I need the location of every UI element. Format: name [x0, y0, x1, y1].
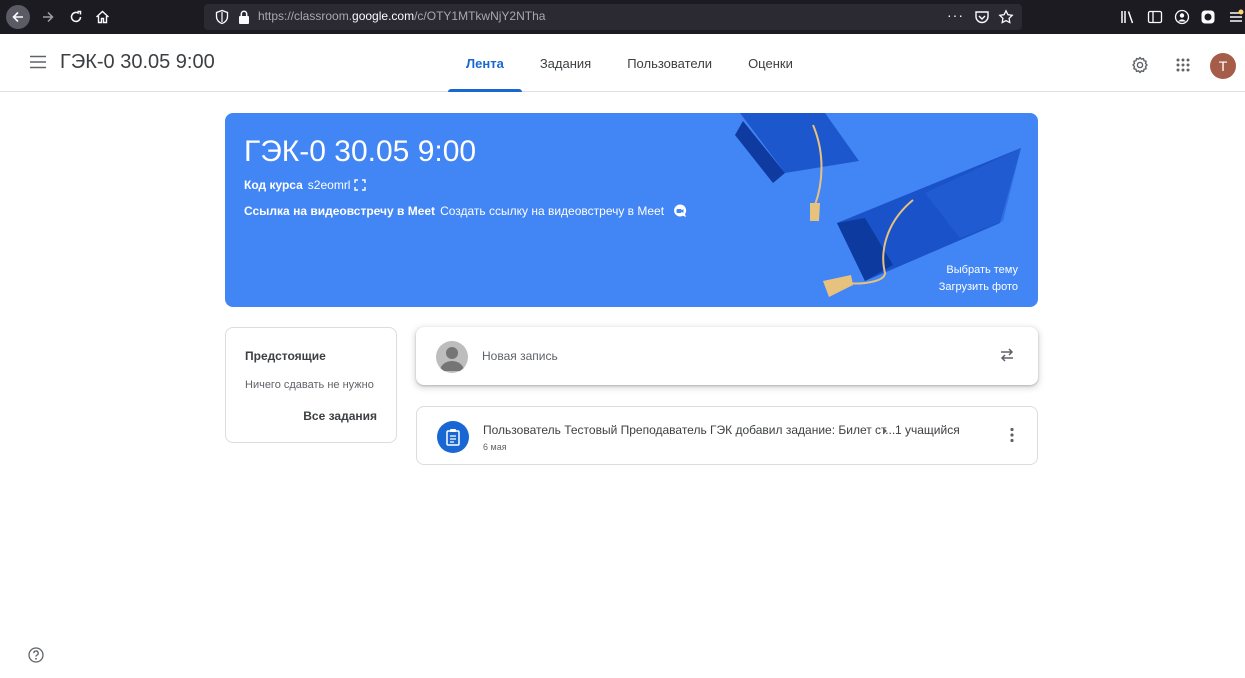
extension-icon[interactable]: [1200, 9, 1216, 25]
reuse-post-icon[interactable]: [998, 346, 1016, 364]
class-code-label: Код курса: [244, 178, 303, 192]
google-apps-icon[interactable]: [1176, 58, 1190, 72]
person-icon: [440, 347, 464, 371]
url-path: /c/OTY1MTkwNjY2NTha: [414, 9, 546, 23]
upcoming-title: Предстоящие: [245, 349, 326, 363]
tab-classwork[interactable]: Задания: [522, 34, 609, 92]
tab-grades[interactable]: Оценки: [730, 34, 811, 92]
class-code-value: s2eomrl: [307, 178, 351, 192]
stream-item-text[interactable]: Пользователь Тестовый Преподаватель ГЭК …: [483, 423, 895, 437]
hamburger-menu-icon[interactable]: [30, 55, 46, 69]
class-banner: ГЭК-0 30.05 9:00 Код курса s2eomrl Ссылк…: [225, 113, 1038, 307]
bookmark-star-icon[interactable]: [998, 9, 1014, 25]
menu-icon[interactable]: [1228, 9, 1244, 25]
meet-link-label: Ссылка на видеовстречу в Meet: [244, 204, 436, 218]
shield-icon[interactable]: [214, 9, 230, 25]
upcoming-card: Предстоящие Ничего сдавать не нужно Все …: [225, 327, 397, 443]
arrow-left-icon: [12, 11, 23, 23]
meet-link-row: Ссылка на видеовстречу в Meet Создать сс…: [244, 203, 688, 219]
lock-icon[interactable]: [237, 9, 251, 25]
post-author-avatar: [436, 341, 468, 373]
stream-item[interactable]: Пользователь Тестовый Преподаватель ГЭК …: [416, 406, 1038, 465]
create-meet-link[interactable]: Создать ссылку на видеовстречу в Meet: [440, 204, 664, 218]
reload-icon: [70, 10, 82, 23]
tab-people[interactable]: Пользователи: [609, 34, 730, 92]
banner-class-title: ГЭК-0 30.05 9:00: [244, 135, 477, 168]
assignment-icon: [446, 429, 460, 446]
page-actions-button[interactable]: ···: [947, 7, 964, 23]
settings-gear-icon[interactable]: [1131, 56, 1149, 74]
view-all-assignments-link[interactable]: Все задания: [303, 409, 377, 423]
pocket-icon[interactable]: [974, 9, 990, 25]
meet-chat-icon[interactable]: [672, 203, 688, 219]
browser-toolbar: https://classroom.google.com/c/OTY1MTkwN…: [0, 0, 1245, 34]
class-code-row: Код курса s2eomrl: [244, 178, 367, 192]
url-domain: google.com: [352, 9, 415, 23]
library-icon[interactable]: [1120, 9, 1136, 25]
new-post-box[interactable]: Новая запись: [416, 327, 1038, 385]
assignment-badge: [437, 421, 469, 453]
new-post-placeholder[interactable]: Новая запись: [482, 349, 558, 363]
help-icon[interactable]: [28, 647, 44, 663]
class-tabs: Лента Задания Пользователи Оценки: [448, 34, 811, 92]
tab-stream[interactable]: Лента: [448, 34, 522, 92]
url-bar[interactable]: https://classroom.google.com/c/OTY1MTkwN…: [204, 4, 1022, 30]
upcoming-empty-text: Ничего сдавать не нужно: [245, 379, 374, 391]
caret-right-icon: [883, 427, 887, 435]
more-vert-icon[interactable]: [1010, 427, 1014, 443]
upload-photo-link[interactable]: Загрузить фото: [939, 281, 1018, 293]
user-avatar[interactable]: T: [1210, 53, 1236, 79]
classroom-header: ГЭК-0 30.05 9:00 Лента Задания Пользоват…: [0, 34, 1245, 92]
sidebar-icon[interactable]: [1147, 9, 1163, 25]
reload-button[interactable]: [66, 7, 86, 27]
url-text[interactable]: https://classroom.google.com/c/OTY1MTkwN…: [258, 9, 545, 23]
home-button[interactable]: [92, 7, 112, 27]
forward-button[interactable]: [38, 7, 58, 27]
arrow-right-icon: [43, 11, 54, 23]
home-icon: [95, 10, 109, 24]
class-title[interactable]: ГЭК-0 30.05 9:00: [60, 51, 215, 74]
stream-item-audience: 1 учащийся: [895, 423, 960, 437]
select-theme-link[interactable]: Выбрать тему: [946, 264, 1018, 276]
back-button[interactable]: [6, 5, 30, 29]
account-icon[interactable]: [1174, 9, 1190, 25]
fullscreen-icon[interactable]: [354, 179, 367, 191]
stream-item-date: 6 мая: [483, 442, 507, 452]
url-prefix: https://classroom.: [258, 9, 353, 23]
